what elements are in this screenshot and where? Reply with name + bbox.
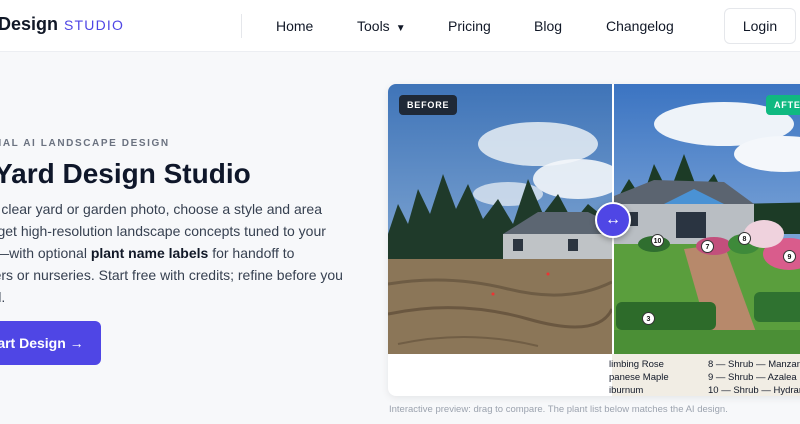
login-button[interactable]: Login <box>724 8 796 44</box>
plant-marker-9: 9 <box>783 250 796 263</box>
hero-title: Yard Design Studio <box>0 158 251 189</box>
nav-link-changelog[interactable]: Changelog <box>606 18 674 34</box>
top-nav: Design STUDIO Home Tools ▼ Pricing Blog Ch… <box>0 0 800 52</box>
plant-marker-8: 8 <box>738 232 751 245</box>
nav-link-blog[interactable]: Blog <box>534 18 562 34</box>
hero-copy-line: on—with optional plant name labels for h… <box>0 242 363 264</box>
plant-marker-3: 3 <box>642 312 655 325</box>
plant-legend-row: limbing Rose 8 — Shrub — Manzanita <box>609 358 800 371</box>
plant-legend-left: iburnum <box>609 385 644 396</box>
plant-legend-row: iburnum 10 — Shrub — Hydrangea <box>609 384 800 396</box>
start-design-button[interactable]: art Design → <box>0 321 101 365</box>
preview-caption: Interactive preview: drag to compare. Th… <box>389 404 728 415</box>
plant-legend: limbing Rose 8 — Shrub — Manzanita panes… <box>609 354 800 396</box>
hero-description: d a clear yard or garden photo, choose a… <box>0 198 363 308</box>
plant-marker-7: 7 <box>701 240 714 253</box>
hero-copy-strong: plant name labels <box>90 245 209 261</box>
plant-marker-10: 10 <box>651 234 664 247</box>
plant-legend-row: panese Maple 9 — Shrub — Azalea <box>609 371 800 384</box>
before-badge: BEFORE <box>399 95 458 115</box>
brand-name: Design <box>0 14 59 34</box>
compare-drag-handle[interactable]: ↔ <box>595 202 631 238</box>
hero-copy-text: for handoff to <box>208 245 295 261</box>
chevron-down-icon: ▼ <box>395 23 406 34</box>
nav-link-home[interactable]: Home <box>276 18 313 34</box>
hero-copy-line: oad. <box>0 289 6 305</box>
after-badge: AFTER <box>766 95 800 115</box>
hero-copy-text: —with optional <box>0 245 91 261</box>
nav-divider <box>241 14 242 38</box>
compare-preview-card[interactable]: 10 7 8 9 3 ↔ BEFORE AFTER limbing Rose 8… <box>388 84 800 396</box>
hero-copy-line: nd get high-resolution landscape concept… <box>0 223 326 239</box>
before-image <box>388 84 612 354</box>
plant-legend-right: 9 — Shrub — Azalea <box>708 372 797 383</box>
hero-copy-line: apers or nurseries. Start free with cred… <box>0 267 343 283</box>
brand-logo[interactable]: Design STUDIO <box>0 14 124 35</box>
plant-legend-left: limbing Rose <box>609 359 664 370</box>
hero-eyebrow: SIONAL AI LANDSCAPE DESIGN <box>0 138 170 149</box>
hero-copy-line: d a clear yard or garden photo, choose a… <box>0 201 322 217</box>
plant-legend-right: 8 — Shrub — Manzanita <box>708 359 800 370</box>
nav-link-tools[interactable]: Tools ▼ <box>357 18 406 34</box>
after-image: 10 7 8 9 3 <box>614 84 800 354</box>
brand-subtitle: STUDIO <box>64 17 125 33</box>
plant-legend-right: 10 — Shrub — Hydrangea <box>708 385 800 396</box>
plant-legend-left: panese Maple <box>609 372 669 383</box>
nav-link-tools-label: Tools <box>357 18 390 34</box>
nav-link-pricing[interactable]: Pricing <box>448 18 491 34</box>
